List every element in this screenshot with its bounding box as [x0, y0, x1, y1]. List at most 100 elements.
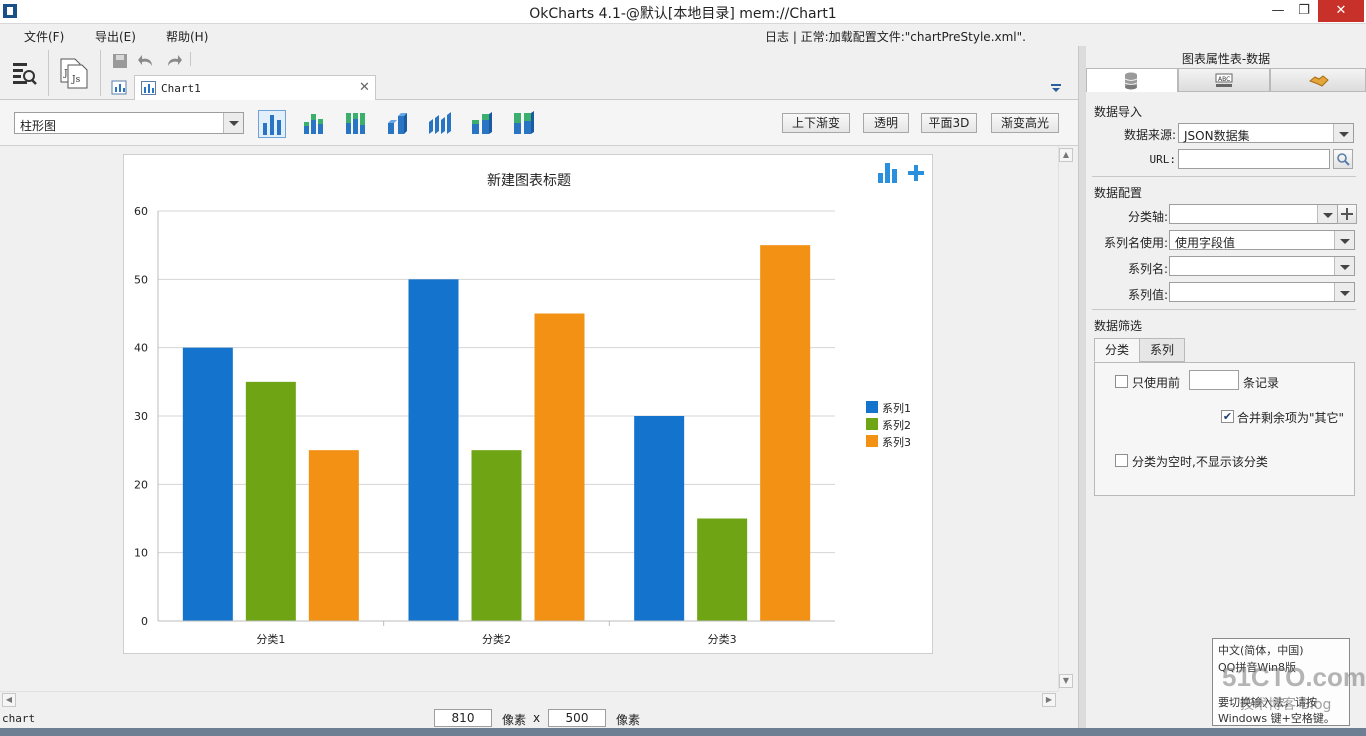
stacked-bar-type-icon[interactable]	[301, 110, 327, 136]
close-icon[interactable]: ✕	[1318, 0, 1364, 22]
bar-系列2-分类1[interactable]	[245, 381, 296, 621]
series-name-label: 系列名:	[1127, 262, 1168, 276]
filter-tab-category[interactable]: 分类	[1094, 338, 1140, 362]
y-tick-label: 40	[134, 342, 148, 355]
menu-help[interactable]: 帮助(H)	[166, 28, 208, 45]
undo-icon[interactable]	[136, 52, 156, 70]
add-category-icon[interactable]	[1337, 204, 1357, 224]
legend-label[interactable]: 系列2	[882, 418, 911, 432]
gradient-highlight-button[interactable]: 渐变高光	[991, 113, 1059, 133]
chart-type-select[interactable]: 柱形图	[14, 112, 244, 134]
merge-remaining-checkbox[interactable]: ✔	[1221, 410, 1234, 423]
legend-label[interactable]: 系列1	[882, 401, 911, 415]
data-config-section: 数据配置	[1094, 186, 1143, 200]
chart-tab-icon	[141, 81, 156, 95]
data-import-section: 数据导入	[1094, 105, 1143, 119]
panel-splitter[interactable]	[1078, 46, 1086, 736]
percent-bar-type-icon[interactable]	[343, 110, 369, 136]
new-chart-icon[interactable]	[110, 78, 130, 96]
bar-chart: 新建图表标题 0 10 20 30 40 50 60 分类1 分类2 分类3 系列1 系列2 系列3	[134, 163, 924, 646]
menu-export[interactable]: 导出(E)	[95, 28, 136, 45]
bar-系列3-分类1[interactable]	[308, 450, 359, 621]
tab-chart1-label: Chart1	[161, 82, 201, 95]
chart-frame[interactable]: 新建图表标题 0 10 20 30 40 50 60 分类1 分类2 分类3 系列1 系列2 系列3	[123, 154, 933, 654]
js-export-icon[interactable]: JSJs	[56, 56, 92, 90]
bar-系列2-分类3[interactable]	[697, 518, 748, 622]
svg-text:Js: Js	[71, 75, 81, 85]
scroll-down-icon[interactable]: ▼	[1059, 674, 1073, 688]
chart-title: 新建图表标题	[487, 173, 571, 189]
3d-stacked-type-icon[interactable]	[469, 110, 495, 136]
hide-empty-category-checkbox[interactable]	[1115, 454, 1128, 467]
save-icon[interactable]	[110, 52, 130, 70]
menu-file[interactable]: 文件(F)	[24, 28, 64, 45]
tab-text-style[interactable]: ABC	[1178, 68, 1270, 92]
minimize-icon[interactable]: —	[1264, 0, 1292, 22]
category-axis-label: 分类轴:	[1127, 210, 1168, 224]
legend-label[interactable]: 系列3	[882, 435, 911, 449]
add-chart-icon[interactable]	[878, 163, 924, 183]
vertical-scrollbar[interactable]: ▲ ▼	[1058, 146, 1074, 691]
chevron-down-icon	[1334, 231, 1354, 249]
tab-close-icon[interactable]: ✕	[359, 80, 370, 95]
merge-remaining-label: 合并剩余项为"其它"	[1237, 411, 1345, 425]
data-source-value: JSON数据集	[1184, 129, 1250, 143]
only-use-first-checkbox[interactable]	[1115, 375, 1128, 388]
bar-系列1-分类1[interactable]	[182, 347, 233, 621]
scroll-up-icon[interactable]: ▲	[1059, 148, 1073, 162]
tab-list-icon[interactable]	[1048, 80, 1064, 96]
series-name-use-select[interactable]: 使用字段值	[1169, 230, 1355, 250]
series-name-use-label: 系列名使用:	[1103, 236, 1168, 250]
text-style-icon: ABC	[1215, 73, 1233, 87]
handshake-icon	[1309, 75, 1329, 87]
category-axis-select[interactable]	[1169, 204, 1338, 224]
log-status-text[interactable]: 日志 | 正常:加载配置文件:"chartPreStyle.xml".	[765, 28, 1026, 45]
chart-type-bar: 柱形图 上下渐变 透明 平面3D 渐变高光	[0, 100, 1078, 146]
database-icon	[1124, 72, 1138, 90]
flat-3d-button[interactable]: 平面3D	[921, 113, 977, 133]
preview-icon[interactable]	[8, 58, 40, 88]
series-name-select[interactable]	[1169, 256, 1355, 276]
y-tick-label: 50	[134, 273, 148, 286]
horizontal-scrollbar[interactable]: ◀ ▶	[0, 691, 1058, 708]
transparent-button[interactable]: 透明	[863, 113, 909, 133]
toolbar: JSJs Chart1 ✕	[0, 46, 1078, 101]
watermark-sub: 技术博客 Blog	[1240, 697, 1332, 713]
chart-width-input[interactable]: 810	[434, 709, 492, 727]
series-value-select[interactable]	[1169, 282, 1355, 302]
redo-icon[interactable]	[164, 52, 184, 70]
bar-系列3-分类2[interactable]	[534, 313, 585, 622]
ime-line-1: 中文(简体，中国)	[1218, 644, 1304, 657]
filter-tabs: 分类 系列	[1094, 338, 1194, 363]
filter-tab-series[interactable]: 系列	[1139, 338, 1185, 362]
records-label: 条记录	[1243, 376, 1280, 390]
data-source-select[interactable]: JSON数据集	[1178, 123, 1354, 143]
3d-percent-type-icon[interactable]	[511, 110, 537, 136]
legend-swatch	[866, 401, 878, 413]
bar-系列1-分类3[interactable]	[634, 416, 685, 621]
maximize-icon[interactable]: ❐	[1290, 0, 1318, 22]
url-input[interactable]	[1178, 149, 1330, 169]
bar-系列3-分类3[interactable]	[760, 245, 811, 621]
search-icon[interactable]	[1333, 149, 1353, 169]
windows-taskbar	[0, 728, 1366, 736]
3d-cluster-type-icon[interactable]	[427, 110, 453, 136]
bar-系列1-分类2[interactable]	[408, 279, 459, 621]
filter-box: 只使用前 条记录 ✔ 合并剩余项为"其它" 分类为空时,不显示该分类	[1094, 362, 1355, 496]
record-count-input[interactable]	[1189, 370, 1239, 390]
gradient-vertical-button[interactable]: 上下渐变	[782, 113, 850, 133]
bar-系列2-分类2[interactable]	[471, 450, 522, 621]
scroll-right-icon[interactable]: ▶	[1042, 693, 1056, 707]
chart-height-input[interactable]: 500	[548, 709, 606, 727]
clustered-bar-type-icon[interactable]	[258, 110, 286, 138]
legend-swatch	[866, 418, 878, 430]
watermark-logo: 51CTO.com	[1222, 662, 1366, 692]
3d-bar-type-icon[interactable]	[385, 110, 411, 136]
y-tick-label: 60	[134, 205, 148, 218]
tab-chart1[interactable]: Chart1 ✕	[134, 75, 376, 101]
menu-bar: 文件(F) 导出(E) 帮助(H) 日志 | 正常:加载配置文件:"chartP…	[0, 24, 1078, 46]
tab-data[interactable]	[1086, 68, 1178, 92]
scroll-left-icon[interactable]: ◀	[2, 693, 16, 707]
tab-interaction[interactable]	[1270, 68, 1366, 92]
series-name-use-value: 使用字段值	[1175, 236, 1236, 250]
